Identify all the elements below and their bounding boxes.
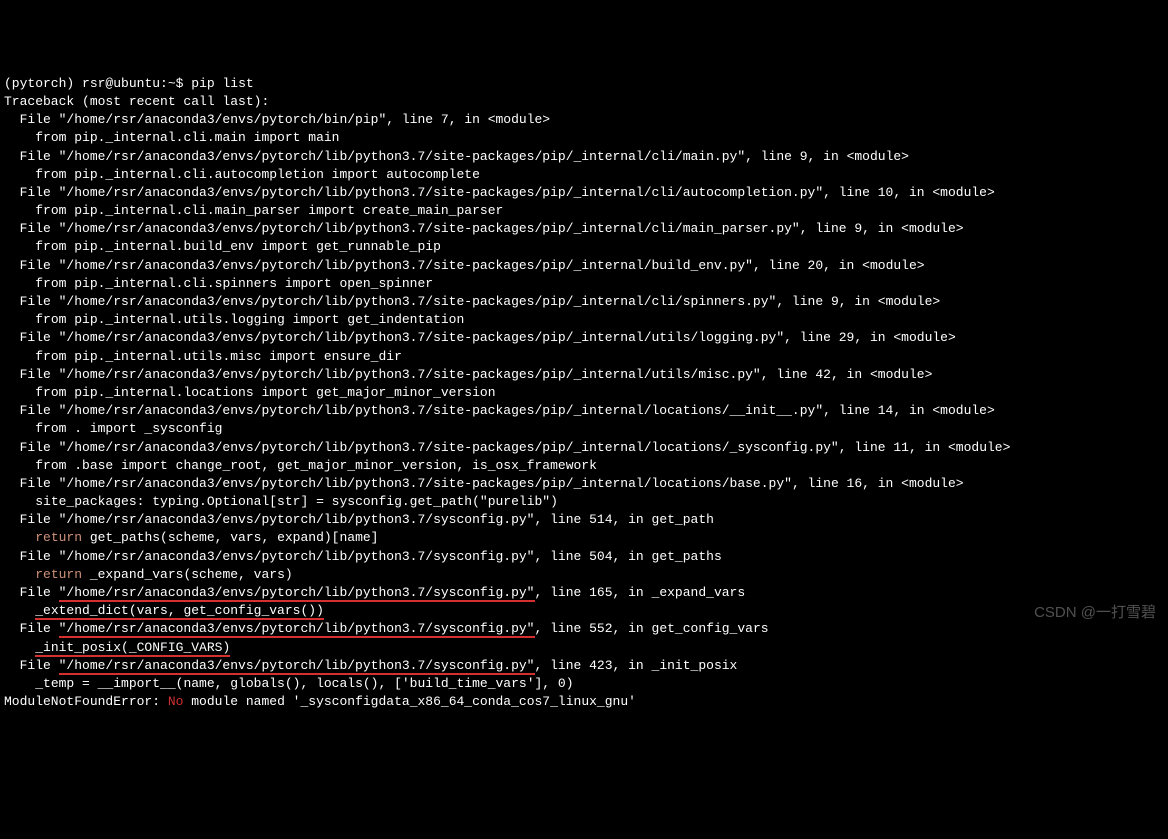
code-line: from pip._internal.locations import get_… <box>35 385 495 400</box>
command-text: pip list <box>191 76 253 91</box>
func-name: <module> <box>862 258 924 273</box>
line-no: 29 <box>839 330 855 345</box>
func-name: get_config_vars <box>652 621 769 636</box>
code-line: site_packages: typing.Optional[str] = sy… <box>35 494 558 509</box>
file-path: "/home/rsr/anaconda3/envs/pytorch/lib/py… <box>59 512 535 527</box>
prompt-symbol: $ <box>176 76 184 91</box>
func-name: _expand_vars <box>652 585 746 600</box>
func-name: _init_posix <box>652 658 738 673</box>
line-no: 14 <box>878 403 894 418</box>
file-path-highlighted: "/home/rsr/anaconda3/envs/pytorch/lib/py… <box>59 658 535 675</box>
func-name: <module> <box>901 221 963 236</box>
code-line: from pip._internal.utils.logging import … <box>35 312 464 327</box>
terminal-output[interactable]: (pytorch) rsr@ubuntu:~$ pip list Traceba… <box>4 75 1164 712</box>
traceback-header: Traceback (most recent call last): <box>4 94 269 109</box>
line-no: 7 <box>441 112 449 127</box>
func-name: <module> <box>932 403 994 418</box>
file-path: "/home/rsr/anaconda3/envs/pytorch/lib/py… <box>59 440 839 455</box>
code-line: _expand_vars(scheme, vars) <box>82 567 293 582</box>
line-no: 10 <box>878 185 894 200</box>
code-line: _temp = __import__(name, globals(), loca… <box>35 676 573 691</box>
func-name: <module> <box>878 294 940 309</box>
file-path: "/home/rsr/anaconda3/envs/pytorch/lib/py… <box>59 149 746 164</box>
code-line: from pip._internal.cli.main_parser impor… <box>35 203 503 218</box>
line-no: 20 <box>808 258 824 273</box>
func-name: <module> <box>847 149 909 164</box>
code-line: from .base import change_root, get_major… <box>35 458 597 473</box>
code-line: from pip._internal.cli.autocompletion im… <box>35 167 480 182</box>
line-no: 9 <box>854 221 862 236</box>
file-path-highlighted: "/home/rsr/anaconda3/envs/pytorch/lib/py… <box>59 621 535 638</box>
file-path: "/home/rsr/anaconda3/envs/pytorch/lib/py… <box>59 294 777 309</box>
line-no: 9 <box>831 294 839 309</box>
file-path: "/home/rsr/anaconda3/envs/pytorch/lib/py… <box>59 185 824 200</box>
func-name: get_paths <box>652 549 722 564</box>
code-line-highlighted: _init_posix(_CONFIG_VARS) <box>35 640 230 657</box>
line-no: 165 <box>589 585 612 600</box>
file-path: "/home/rsr/anaconda3/envs/pytorch/lib/py… <box>59 549 535 564</box>
func-name: <module> <box>870 367 932 382</box>
file-path: "/home/rsr/anaconda3/envs/pytorch/lib/py… <box>59 258 753 273</box>
file-path-highlighted: "/home/rsr/anaconda3/envs/pytorch/lib/py… <box>59 585 535 602</box>
code-line-highlighted: _extend_dict(vars, get_config_vars()) <box>35 603 324 620</box>
func-name: <module> <box>901 476 963 491</box>
func-name: <module> <box>893 330 955 345</box>
line-no: 9 <box>800 149 808 164</box>
code-line: from pip._internal.cli.main import main <box>35 130 339 145</box>
file-path: "/home/rsr/anaconda3/envs/pytorch/lib/py… <box>59 476 792 491</box>
file-path: "/home/rsr/anaconda3/envs/pytorch/lib/py… <box>59 330 785 345</box>
line-no: 552 <box>589 621 612 636</box>
error-message: module named '_sysconfigdata_x86_64_cond… <box>183 694 635 709</box>
code-line: from . import _sysconfig <box>35 421 222 436</box>
func-name: <module> <box>932 185 994 200</box>
file-path: "/home/rsr/anaconda3/envs/pytorch/lib/py… <box>59 367 761 382</box>
prompt-user: rsr@ubuntu <box>82 76 160 91</box>
code-line: from pip._internal.build_env import get_… <box>35 239 441 254</box>
line-no: 423 <box>589 658 612 673</box>
line-no: 514 <box>589 512 612 527</box>
func-name: <module> <box>488 112 550 127</box>
error-no-keyword: No <box>168 694 184 709</box>
line-no: 504 <box>589 549 612 564</box>
file-path: "/home/rsr/anaconda3/envs/pytorch/lib/py… <box>59 403 824 418</box>
file-path: "/home/rsr/anaconda3/envs/pytorch/lib/py… <box>59 221 800 236</box>
line-no: 42 <box>815 367 831 382</box>
func-name: get_path <box>652 512 714 527</box>
return-keyword: return <box>35 530 82 545</box>
prompt-env: (pytorch) <box>4 76 74 91</box>
return-keyword: return <box>35 567 82 582</box>
line-no: 16 <box>847 476 863 491</box>
code-line: from pip._internal.cli.spinners import o… <box>35 276 433 291</box>
code-line: get_paths(scheme, vars, expand)[name] <box>82 530 378 545</box>
code-line: from pip._internal.utils.misc import ens… <box>35 349 402 364</box>
func-name: <module> <box>948 440 1010 455</box>
line-no: 11 <box>893 440 909 455</box>
error-type: ModuleNotFoundError: <box>4 694 160 709</box>
prompt-path: ~ <box>168 76 176 91</box>
file-path: "/home/rsr/anaconda3/envs/pytorch/bin/pi… <box>59 112 387 127</box>
